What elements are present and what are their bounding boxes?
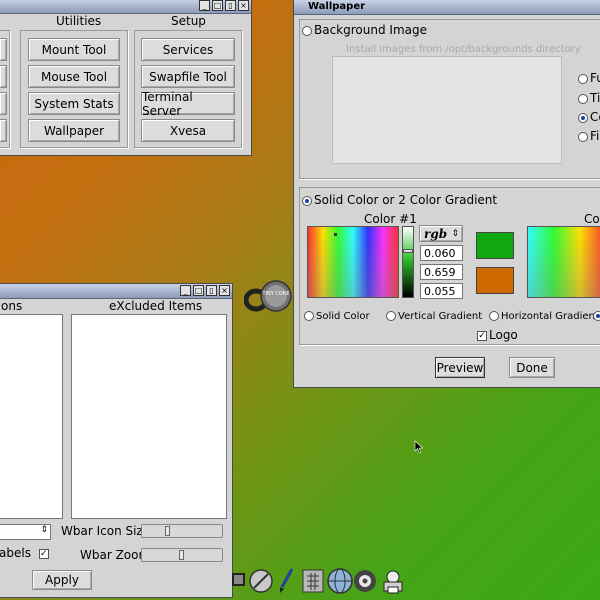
logo-checkbox[interactable]: ✓ Logo xyxy=(477,328,518,342)
color-mode-button[interactable]: rgb ⇕ xyxy=(419,225,463,242)
utilities-heading: Utilities xyxy=(56,14,102,28)
background-image-radio[interactable]: Background Image xyxy=(302,23,427,37)
spin-arrows-icon[interactable]: ⇕ xyxy=(40,525,48,535)
restore-icon[interactable]: ▯ xyxy=(225,0,236,11)
fourth-gradient-radio[interactable] xyxy=(593,311,600,322)
wbar-titlebar[interactable]: _ □ ▯ × xyxy=(0,284,232,299)
xvesa-button[interactable]: Xvesa xyxy=(141,119,235,142)
minimize-icon[interactable]: _ xyxy=(180,285,191,296)
solid-gradient-radio[interactable]: Solid Color or 2 Color Gradient xyxy=(302,193,497,207)
printer-icon[interactable] xyxy=(380,568,406,594)
close-icon[interactable]: × xyxy=(238,0,249,11)
labels-checkbox[interactable]: ✓ xyxy=(38,548,49,559)
slider-thumb[interactable] xyxy=(165,526,170,536)
color1-label: Color #1 xyxy=(364,212,417,226)
horizontal-gradient-radio[interactable]: Horizontal Gradient xyxy=(489,311,599,322)
wbar-dock xyxy=(228,566,414,596)
red-value-field[interactable]: 0.060 xyxy=(420,245,463,261)
services-button[interactable]: Services xyxy=(141,38,235,61)
maximize-icon[interactable]: □ xyxy=(193,285,204,296)
fill-option-2[interactable]: Ti xyxy=(578,91,600,105)
radio-icon[interactable] xyxy=(578,93,588,104)
apply-button[interactable]: Apply xyxy=(32,570,92,590)
paintbrush-icon[interactable] xyxy=(276,567,298,595)
control-panel-titlebar[interactable]: _ □ ▯ × xyxy=(0,0,251,14)
labels-checkbox-label[interactable]: abels ✓ xyxy=(0,546,51,560)
color2-label: Col xyxy=(584,212,600,226)
color1-picker[interactable] xyxy=(307,226,399,298)
slider-thumb[interactable] xyxy=(179,550,184,560)
minimize-icon[interactable]: _ xyxy=(199,0,210,11)
picker-cursor[interactable] xyxy=(334,233,337,236)
color1-swatch[interactable] xyxy=(476,232,514,259)
setup-heading: Setup xyxy=(171,14,206,28)
spin-arrows-icon[interactable]: ⇕ xyxy=(451,229,459,239)
items-column-header: ons xyxy=(1,299,23,313)
wbar-zoom-slider[interactable] xyxy=(141,548,223,562)
install-hint: Install images from /opt/backgrounds dir… xyxy=(346,44,581,55)
tiny-core-logo: TINY CORE xyxy=(244,280,292,312)
radio-icon[interactable] xyxy=(386,311,396,321)
compass-icon[interactable] xyxy=(248,568,274,594)
left-cut-button-3[interactable] xyxy=(0,92,7,115)
excluded-items-header: eXcluded Items xyxy=(109,299,203,313)
wbar-zoom-label: Wbar Zoom xyxy=(80,548,151,562)
wbar-dropdown[interactable]: ⇕ xyxy=(0,524,51,540)
done-button[interactable]: Done xyxy=(509,357,555,378)
image-list[interactable] xyxy=(332,56,562,164)
excluded-items-list[interactable] xyxy=(71,314,227,519)
maximize-icon[interactable]: □ xyxy=(212,0,223,11)
radio-selected-icon[interactable] xyxy=(578,112,588,123)
left-cut-button-4[interactable] xyxy=(0,119,7,142)
preview-button[interactable]: Preview xyxy=(435,357,485,378)
check-icon[interactable]: ✓ xyxy=(477,330,487,341)
fill-option-1[interactable]: Fu xyxy=(578,71,600,85)
window-icon[interactable] xyxy=(232,573,245,586)
wallpaper-window: Wallpaper Background Image Install image… xyxy=(293,0,600,388)
close-icon[interactable]: × xyxy=(219,285,230,296)
mouse-pointer-icon xyxy=(414,440,424,454)
logo-text: TINY CORE xyxy=(262,291,290,297)
included-items-list[interactable] xyxy=(0,314,63,519)
swapfile-tool-button[interactable]: Swapfile Tool xyxy=(141,65,235,88)
radio-icon[interactable] xyxy=(304,311,314,321)
radio-selected-icon[interactable] xyxy=(593,311,600,321)
mount-tool-button[interactable]: Mount Tool xyxy=(28,38,120,61)
wallpaper-titlebar[interactable]: Wallpaper xyxy=(294,0,600,15)
wbar-icon-size-slider[interactable] xyxy=(141,524,223,538)
left-cut-button-2[interactable] xyxy=(0,65,7,88)
wallpaper-button[interactable]: Wallpaper xyxy=(28,119,120,142)
window-title: Wallpaper xyxy=(308,1,366,12)
restore-icon[interactable]: ▯ xyxy=(206,285,217,296)
gear-icon[interactable] xyxy=(352,568,378,594)
value-slider-thumb[interactable] xyxy=(403,249,413,253)
fill-option-4[interactable]: Fi xyxy=(578,129,599,143)
wbar-config-window: _ □ ▯ × ons eXcluded Items ⇕ Wbar Icon S… xyxy=(0,283,233,598)
control-panel-window: _ □ ▯ × Utilities Setup Mount Tool Mouse… xyxy=(0,0,252,156)
left-cut-button-1[interactable] xyxy=(0,38,7,61)
globe-icon[interactable] xyxy=(326,567,354,595)
radio-selected-icon[interactable] xyxy=(302,195,312,206)
mouse-tool-button[interactable]: Mouse Tool xyxy=(28,65,120,88)
fill-option-3[interactable]: Ce xyxy=(578,110,600,124)
terminal-server-button[interactable]: Terminal Server xyxy=(141,90,235,118)
radio-icon[interactable] xyxy=(578,131,588,142)
radio-icon[interactable] xyxy=(302,25,312,36)
blue-value-field[interactable]: 0.055 xyxy=(420,283,463,299)
calculator-icon[interactable] xyxy=(301,568,325,594)
vertical-gradient-radio[interactable]: Vertical Gradient xyxy=(386,311,482,322)
color2-swatch[interactable] xyxy=(476,267,514,294)
color1-value-slider[interactable] xyxy=(402,226,414,298)
system-stats-button[interactable]: System Stats xyxy=(28,92,120,115)
wbar-icon-size-label: Wbar Icon Size xyxy=(61,524,151,538)
green-value-field[interactable]: 0.659 xyxy=(420,264,463,280)
solid-color-radio[interactable]: Solid Color xyxy=(304,311,370,322)
color2-picker[interactable] xyxy=(527,226,600,298)
radio-icon[interactable] xyxy=(578,73,588,84)
radio-icon[interactable] xyxy=(489,311,499,321)
